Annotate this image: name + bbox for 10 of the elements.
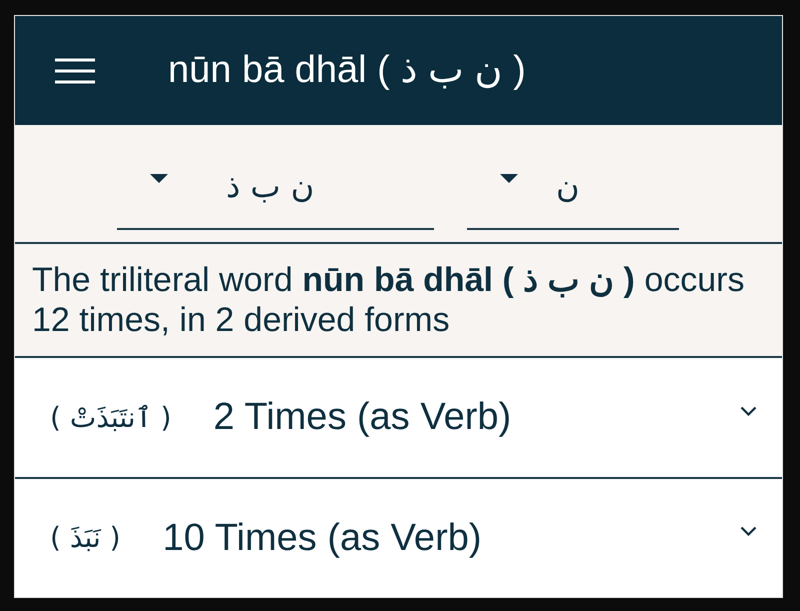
root-dropdown[interactable]: ن [467,158,679,230]
menu-icon [55,58,95,84]
caret-down-icon [150,174,168,182]
app-title: nūn bā dhāl ( ن ب ذ ) [168,48,526,93]
arabic-form: ( نَبَذَ ) [50,520,121,556]
occurrence-label: 2 Times (as Verb) [213,395,512,440]
arabic-form: ( ٱنتَبَذَتْ ) [50,400,172,436]
caret-down-icon [500,174,518,182]
occurrence-label: 10 Times (as Verb) [162,516,482,560]
root-dropdown[interactable]: ن ب ذ [117,158,434,230]
